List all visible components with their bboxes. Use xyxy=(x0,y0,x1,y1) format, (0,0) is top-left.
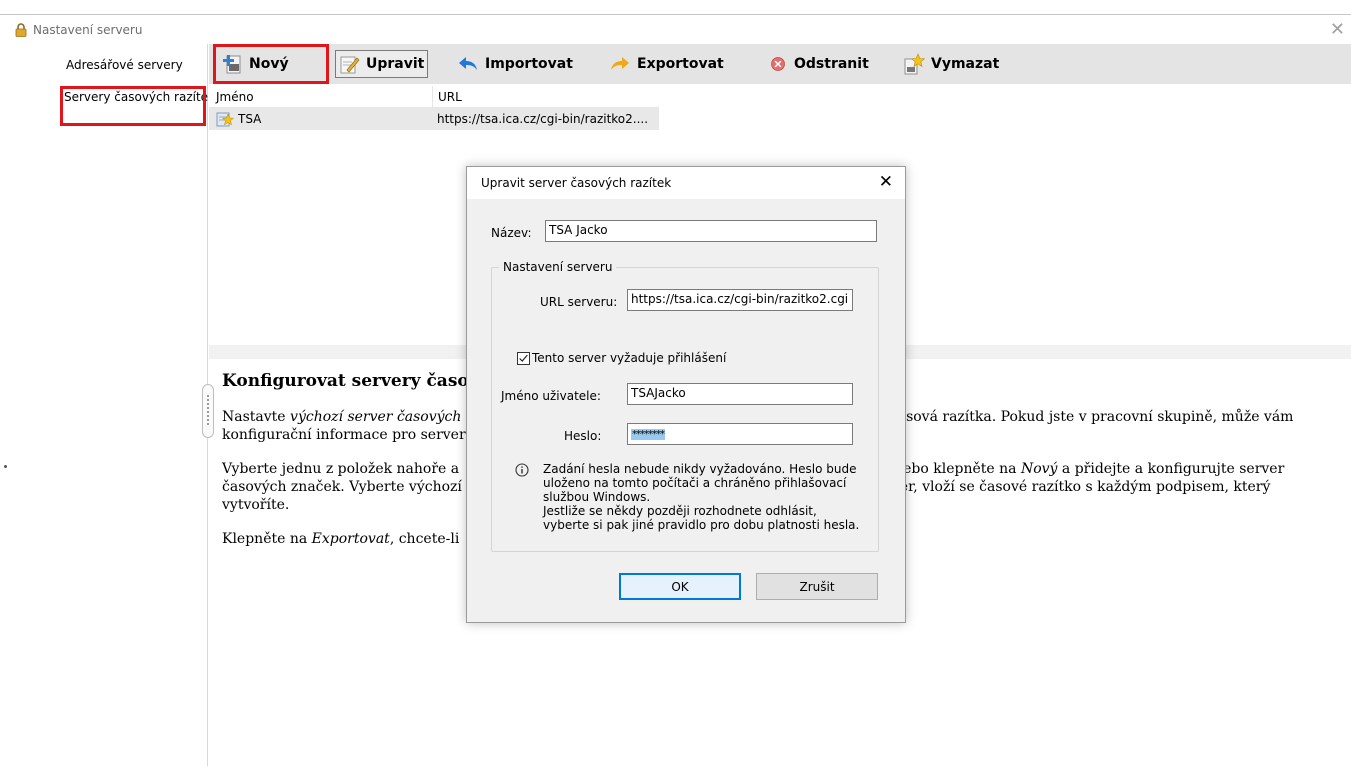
edit-pencil-icon xyxy=(340,56,360,74)
table-header: Jméno URL xyxy=(209,86,659,108)
cancel-button[interactable]: Zrušit xyxy=(756,573,878,600)
title-bar: Nastavení serveru ✕ xyxy=(0,14,1351,44)
edit-button-label: Upravit xyxy=(366,56,425,72)
column-header-url[interactable]: URL xyxy=(432,86,659,107)
import-button-label: Importovat xyxy=(485,56,573,72)
url-input[interactable]: https://tsa.ica.cz/cgi-bin/razitko2.cgi xyxy=(627,289,853,311)
toolbar: Nový Upravit Importovat Exportovat Odstr… xyxy=(209,44,1351,84)
name-input[interactable]: TSA Jacko xyxy=(545,220,877,242)
server-table: Jméno URL TSA https://tsa.ica.cz/cgi-bin… xyxy=(209,86,659,130)
checkmark-icon xyxy=(519,354,528,362)
server-url: https://tsa.ica.cz/cgi-bin/razitko2.... xyxy=(437,112,649,126)
name-label: Název: xyxy=(491,226,532,240)
checkbox-box[interactable] xyxy=(517,351,530,365)
sidebar-item-directory-servers[interactable]: Adresářové servery xyxy=(0,58,208,72)
clear-button[interactable]: Vymazat xyxy=(903,50,999,78)
delete-icon xyxy=(771,57,785,71)
dialog-close-icon[interactable]: ✕ xyxy=(879,172,893,192)
password-info: Zadání hesla nebude nikdy vyžadováno. He… xyxy=(515,462,875,532)
table-row[interactable]: TSA https://tsa.ica.cz/cgi-bin/razitko2.… xyxy=(209,108,659,130)
export-button[interactable]: Exportovat xyxy=(609,50,724,78)
server-name: TSA xyxy=(238,112,262,126)
export-arrow-icon xyxy=(611,57,629,70)
password-value: ******** xyxy=(631,429,665,440)
export-button-label: Exportovat xyxy=(637,56,724,72)
column-header-name[interactable]: Jméno xyxy=(209,86,432,107)
edit-button[interactable]: Upravit xyxy=(335,50,429,78)
password-input[interactable]: ******** xyxy=(627,423,853,445)
url-label: URL serveru: xyxy=(540,295,618,309)
username-label: Jméno uživatele: xyxy=(501,389,601,403)
password-info-text: Zadání hesla nebude nikdy vyžadováno. He… xyxy=(543,462,860,532)
table-cell-name: TSA xyxy=(209,108,432,130)
settings-window: Nastavení serveru ✕ Adresářové servery S… xyxy=(0,0,1351,766)
info-icon xyxy=(515,463,529,477)
dialog-title-bar: Upravit server časových razítek ✕ xyxy=(467,167,905,199)
lock-icon xyxy=(15,23,27,37)
ok-button[interactable]: OK xyxy=(619,573,741,600)
window-close-icon[interactable]: ✕ xyxy=(1330,19,1345,40)
top-strip xyxy=(0,0,1351,14)
clear-star-icon xyxy=(904,53,925,75)
dialog-title: Upravit server časových razítek xyxy=(481,176,672,190)
splitter-handle[interactable] xyxy=(202,384,214,438)
clear-button-label: Vymazat xyxy=(931,56,1000,72)
password-label: Heslo: xyxy=(564,429,602,443)
username-input[interactable]: TSAJacko xyxy=(627,383,853,405)
edge-dot xyxy=(4,465,7,468)
delete-button-label: Odstranit xyxy=(794,56,869,72)
sidebar: Adresářové servery Servery časových razí… xyxy=(0,44,208,766)
login-required-checkbox[interactable]: Tento server vyžaduje přihlášení xyxy=(517,351,726,365)
highlight-box-new-button xyxy=(213,44,329,84)
window-title: Nastavení serveru xyxy=(33,23,143,37)
server-settings-group-title: Nastavení serveru xyxy=(499,260,617,274)
import-button[interactable]: Importovat xyxy=(457,50,573,78)
server-star-icon xyxy=(216,112,234,127)
login-required-label: Tento server vyžaduje přihlášení xyxy=(532,351,727,365)
delete-button[interactable]: Odstranit xyxy=(767,50,869,78)
import-arrow-icon xyxy=(459,57,477,70)
highlight-box-sidebar xyxy=(60,86,206,126)
edit-timestamp-server-dialog: Upravit server časových razítek ✕ Název:… xyxy=(466,166,906,623)
